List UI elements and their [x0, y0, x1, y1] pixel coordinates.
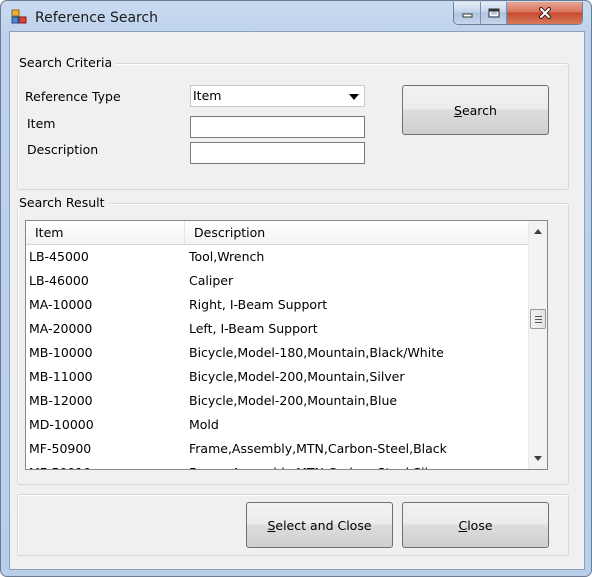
cell-item: MF-50910 — [29, 465, 91, 469]
cell-item: MB-12000 — [29, 393, 93, 408]
table-row[interactable]: MA-20000 Left, I-Beam Support — [26, 317, 528, 341]
search-result-list[interactable]: Item Description LB-45000 Tool,Wrench LB-4… — [25, 220, 548, 470]
client-area: Search Criteria Reference Type Item Item… — [9, 31, 585, 570]
column-header-description[interactable]: Description — [184, 221, 528, 244]
search-criteria-title: Search Criteria — [16, 55, 116, 70]
item-input[interactable] — [190, 116, 365, 138]
table-row[interactable]: LB-45000 Tool,Wrench — [26, 245, 528, 269]
cell-description: Caliper — [189, 273, 234, 288]
select-and-close-label: Select and Close — [267, 517, 372, 533]
chevron-down-icon — [349, 94, 359, 100]
column-header-item[interactable]: Item — [26, 221, 184, 244]
select-and-close-button[interactable]: Select and Close — [246, 502, 393, 548]
search-button[interactable]: Search — [402, 85, 549, 135]
search-result-title: Search Result — [16, 195, 108, 210]
cell-description: Mold — [189, 417, 219, 432]
caption-buttons — [453, 2, 583, 25]
app-icon — [11, 9, 27, 24]
cell-item: MD-10000 — [29, 417, 94, 432]
cell-item: MA-10000 — [29, 297, 93, 312]
cell-description: Bicycle,Model-200,Mountain,Silver — [189, 369, 405, 384]
list-header: Item Description — [26, 221, 528, 245]
scroll-thumb[interactable] — [530, 309, 546, 329]
cell-description: Right, I-Beam Support — [189, 297, 328, 312]
cell-item: MB-10000 — [29, 345, 93, 360]
description-input[interactable] — [190, 142, 365, 164]
description-label: Description — [27, 142, 99, 157]
title-bar[interactable]: Reference Search — [1, 1, 591, 33]
grip-line — [535, 316, 542, 317]
close-icon — [538, 7, 551, 19]
grip-line — [535, 322, 542, 323]
table-row[interactable]: MA-10000 Right, I-Beam Support — [26, 293, 528, 317]
reference-type-select[interactable]: Item — [190, 85, 365, 107]
cell-item: MB-11000 — [29, 369, 93, 384]
cell-description: Tool,Wrench — [189, 249, 265, 264]
reference-type-value: Item — [193, 88, 222, 103]
table-row[interactable]: MF-50910 Frame,Assembly,MTN,Carbon-Steel,… — [26, 461, 528, 469]
reference-search-window: Reference Search Search Criteria Referen… — [0, 0, 592, 577]
vertical-scrollbar[interactable] — [528, 221, 547, 469]
table-row[interactable]: MD-10000 Mold — [26, 413, 528, 437]
maximize-icon — [488, 8, 499, 18]
cell-item: LB-46000 — [29, 273, 89, 288]
cell-description: Frame,Assembly,MTN,Carbon-Steel,Silver — [189, 465, 448, 469]
cell-item: MF-50900 — [29, 441, 92, 456]
cell-description: Left, I-Beam Support — [189, 321, 318, 336]
close-window-button[interactable] — [507, 2, 582, 24]
item-label: Item — [27, 116, 56, 131]
scroll-up-arrow-icon[interactable] — [534, 229, 542, 234]
reference-type-label: Reference Type — [25, 89, 121, 104]
table-row[interactable]: MB-11000 Bicycle,Model-200,Mountain,Silve… — [26, 365, 528, 389]
cell-item: MA-20000 — [29, 321, 93, 336]
cell-description: Frame,Assembly,MTN,Carbon-Steel,Black — [189, 441, 447, 456]
minimize-button[interactable] — [454, 2, 481, 24]
table-row[interactable]: MB-10000 Bicycle,Model-180,Mountain,Black… — [26, 341, 528, 365]
scroll-down-arrow-icon[interactable] — [534, 456, 542, 461]
table-row[interactable]: LB-46000 Caliper — [26, 269, 528, 293]
list-rows: LB-45000 Tool,Wrench LB-46000 Caliper MA-100… — [26, 245, 528, 469]
cell-description: Bicycle,Model-200,Mountain,Blue — [189, 393, 398, 408]
minimize-icon — [462, 13, 472, 17]
maximize-button[interactable] — [481, 2, 507, 24]
close-button-label: Close — [458, 517, 493, 533]
cell-item: LB-45000 — [29, 249, 89, 264]
close-button[interactable]: Close — [402, 502, 549, 548]
grip-line — [535, 319, 542, 320]
window-title: Reference Search — [35, 10, 159, 26]
table-row[interactable]: MF-50900 Frame,Assembly,MTN,Carbon-Steel,… — [26, 437, 528, 461]
cell-description: Bicycle,Model-180,Mountain,Black/White — [189, 345, 444, 360]
search-button-label: Search — [454, 102, 497, 118]
table-row[interactable]: MB-12000 Bicycle,Model-200,Mountain,Blue — [26, 389, 528, 413]
